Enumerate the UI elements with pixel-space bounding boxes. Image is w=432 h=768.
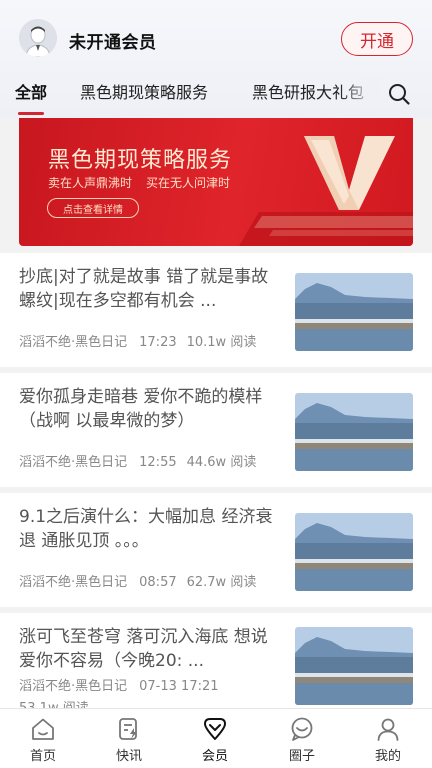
sea-thumbnail-image: [295, 627, 413, 705]
article-time: 12:55: [139, 455, 177, 470]
active-tab-indicator: [18, 112, 44, 115]
article-time: 17:23: [139, 335, 177, 350]
tab-black-futures-strategy[interactable]: 黑色期现策略服务: [80, 78, 208, 110]
article-thumbnail: [295, 393, 413, 471]
banner-subtitle-right: 买在无人问津时: [146, 176, 231, 190]
article-item[interactable]: 抄底|对了就是故事 错了就是事故 螺纹|现在多空都有机会 ... 滔滔不绝·黑色…: [0, 253, 432, 367]
article-thumbnail: [295, 627, 413, 705]
banner-title: 黑色期现策略服务: [48, 148, 233, 173]
sea-thumbnail-image: [295, 513, 413, 591]
nav-home[interactable]: 首页: [13, 709, 73, 768]
nav-label: 首页: [29, 749, 56, 764]
article-time: 08:57: [139, 575, 177, 590]
community-icon: [291, 717, 313, 741]
member-status-text: 未开通会员: [69, 33, 157, 53]
tab-fade: [340, 78, 380, 110]
article-title: 抄底|对了就是故事 错了就是事故 螺纹|现在多空都有机会 ...: [19, 267, 269, 311]
article-meta: 滔滔不绝·黑色日记 17:23 10.1w 阅读: [19, 331, 266, 350]
banner-details-button[interactable]: 点击查看详情: [47, 198, 139, 218]
nav-label: 我的: [374, 749, 401, 764]
nav-label: 圈子: [288, 749, 315, 764]
article-reads: 10.1w 阅读: [186, 335, 257, 350]
banner-subtitle-left: 卖在人声鼎沸时: [48, 176, 133, 190]
nav-profile[interactable]: 我的: [358, 709, 418, 768]
article-author: 滔滔不绝·黑色日记: [19, 455, 128, 470]
article-item[interactable]: 涨可飞至苍穹 落可沉入海底 想说爱你不容易（今晚20: ... 滔滔不绝·黑色日…: [0, 613, 432, 708]
home-icon: [32, 718, 54, 740]
open-membership-button[interactable]: 开通: [341, 22, 413, 56]
article-thumbnail: [295, 513, 413, 591]
article-author: 滔滔不绝·黑色日记: [19, 335, 128, 350]
sea-thumbnail-image: [295, 393, 413, 471]
article-reads: 62.7w 阅读: [186, 575, 257, 590]
default-user-icon: [19, 19, 57, 57]
nav-label: 会员: [201, 749, 228, 764]
vip-heart-icon: [204, 718, 226, 740]
article-title: 9.1之后演什么：大幅加息 经济衰退 通胀见顶 。。。: [19, 507, 273, 551]
article-reads: 53.1w 阅读: [19, 697, 89, 708]
article-time: 07-13 17:21: [139, 679, 219, 694]
article-meta: 滔滔不绝·黑色日记 12:55 44.6w 阅读: [19, 451, 266, 470]
article-title: 涨可飞至苍穹 落可沉入海底 想说爱你不容易（今晚20: ...: [19, 627, 268, 671]
profile-icon: [377, 718, 399, 741]
tab-all[interactable]: 全部: [15, 78, 47, 110]
sea-thumbnail-image: [295, 273, 413, 351]
article-author: 滔滔不绝·黑色日记: [19, 575, 128, 590]
article-author: 滔滔不绝·黑色日记: [19, 679, 128, 694]
article-title: 爱你孤身走暗巷 爱你不跪的模样（战啊 以最卑微的梦）: [19, 387, 263, 431]
article-meta: 滔滔不绝·黑色日记 08:57 62.7w 阅读: [19, 571, 266, 590]
news-flash-icon: [119, 718, 137, 740]
article-thumbnail: [295, 273, 413, 351]
search-icon[interactable]: [387, 82, 411, 106]
banner-subtitle: 卖在人声鼎沸时 买在无人问津时: [48, 174, 244, 191]
article-item[interactable]: 9.1之后演什么：大幅加息 经济衰退 通胀见顶 。。。 滔滔不绝·黑色日记 08:…: [0, 493, 432, 607]
article-reads: 44.6w 阅读: [186, 455, 257, 470]
bottom-navigation: 首页 快讯 会员 圈子 我的: [0, 708, 432, 768]
article-item[interactable]: 爱你孤身走暗巷 爱你不跪的模样（战啊 以最卑微的梦） 滔滔不绝·黑色日记 12:5…: [0, 373, 432, 487]
avatar[interactable]: [19, 19, 57, 57]
nav-label: 快讯: [115, 749, 142, 764]
nav-membership[interactable]: 会员: [185, 709, 245, 768]
article-meta: 滔滔不绝·黑色日记 07-13 17:21: [19, 675, 239, 694]
nav-community[interactable]: 圈子: [272, 709, 332, 768]
nav-news-flash[interactable]: 快讯: [99, 709, 159, 768]
membership-banner[interactable]: 黑色期现策略服务 卖在人声鼎沸时 买在无人问津时 点击查看详情: [19, 118, 413, 246]
